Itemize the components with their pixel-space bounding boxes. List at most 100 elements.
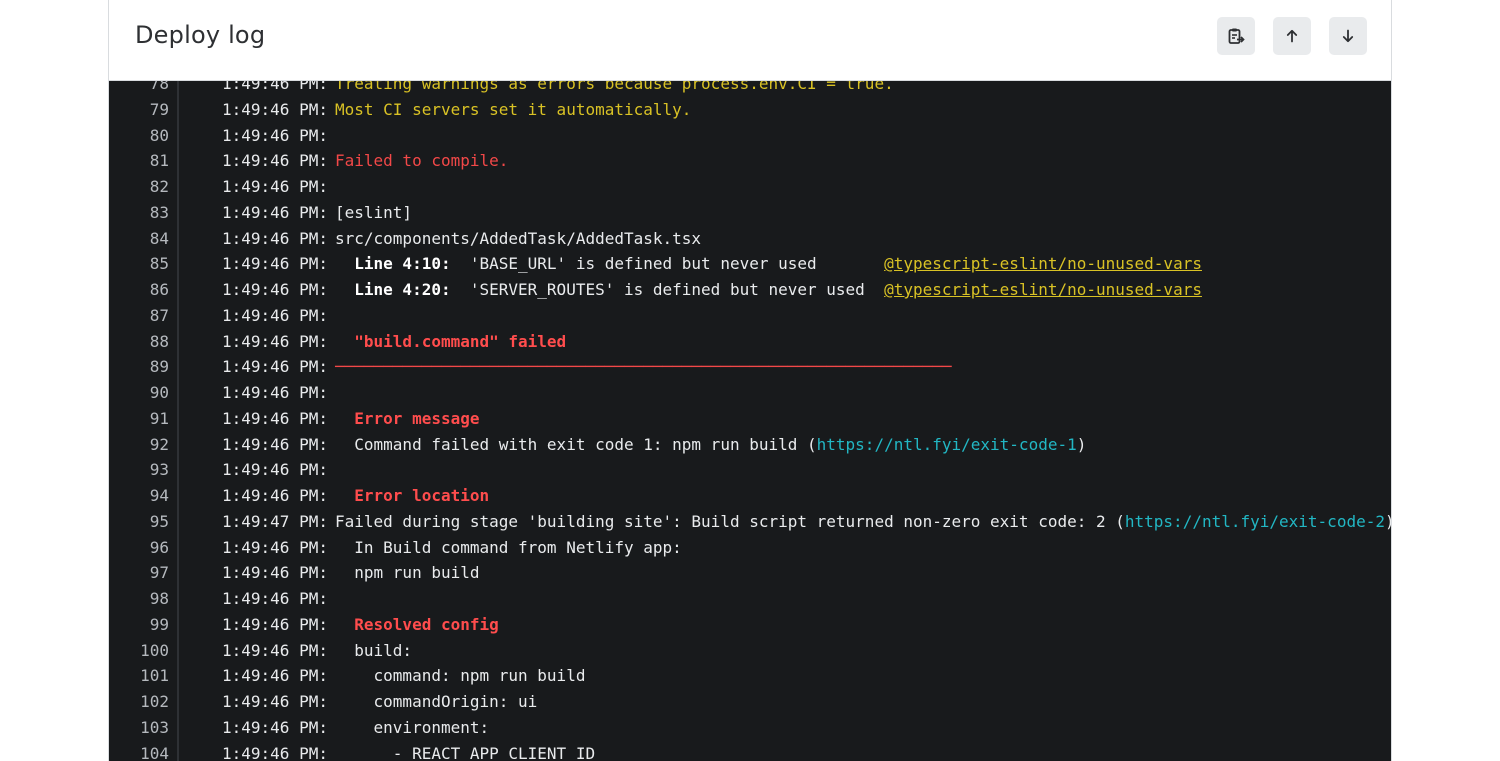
line-number: 84 xyxy=(149,228,169,248)
log-text: Error location xyxy=(354,486,490,505)
log-timestamp: 1:49:46 PM: xyxy=(222,743,328,761)
log-line: 93 1:49:46 PM: xyxy=(109,457,1391,483)
log-timestamp: 1:49:46 PM: xyxy=(222,202,328,222)
log-text: ────────────────────────────────────────… xyxy=(335,357,952,377)
log-timestamp: 1:49:46 PM: xyxy=(222,305,328,325)
log-timestamp: 1:49:46 PM: xyxy=(222,228,328,248)
log-link[interactable]: @typescript-eslint/no-unused-vars xyxy=(884,280,1202,299)
line-number: 83 xyxy=(149,202,169,222)
line-number: 97 xyxy=(149,563,169,583)
log-timestamp: 1:49:46 PM: xyxy=(222,357,328,377)
log-line: 86 1:49:46 PM: Line 4:20: 'SERVER_ROUTES'… xyxy=(109,277,1391,303)
arrow-up-icon xyxy=(1284,28,1300,44)
log-link[interactable]: @typescript-eslint/no-unused-vars xyxy=(884,254,1202,273)
log-line: 100 1:49:46 PM: build: xyxy=(109,638,1391,664)
scroll-top-button[interactable] xyxy=(1273,17,1311,55)
log-line: 104 1:49:46 PM: - REACT_APP_CLIENT_ID xyxy=(109,741,1391,761)
log-message: - REACT_APP_CLIENT_ID xyxy=(335,741,595,761)
line-number: 94 xyxy=(149,486,169,505)
log-link[interactable]: https://ntl.fyi/exit-code-2 xyxy=(1125,512,1385,531)
log-line: 87 1:49:46 PM: xyxy=(109,303,1391,329)
log-timestamp: 1:49:47 PM: xyxy=(222,511,328,531)
log-message: Command failed with exit code 1: npm run… xyxy=(335,432,1086,458)
line-number: 98 xyxy=(149,589,169,608)
log-text: In Build command from Netlify app: xyxy=(335,537,682,557)
log-text: environment: xyxy=(335,717,490,737)
log-text: build: xyxy=(335,640,413,660)
log-text: Error message xyxy=(354,408,480,428)
log-line: 92 1:49:46 PM: Command failed with exit c… xyxy=(109,432,1391,458)
log-line: 84 1:49:46 PM: src/components/AddedTask/Ad… xyxy=(109,226,1391,252)
log-timestamp: 1:49:46 PM: xyxy=(222,125,328,145)
log-timestamp: 1:49:46 PM: xyxy=(222,331,328,351)
log-message: Line 4:20: 'SERVER_ROUTES' is defined bu… xyxy=(335,277,1202,303)
log-timestamp: 1:49:46 PM: xyxy=(222,151,328,171)
log-message: Error message xyxy=(335,406,480,432)
line-number: 85 xyxy=(149,254,169,274)
log-text: Line 4:20: xyxy=(354,280,451,299)
log-timestamp: 1:49:46 PM: xyxy=(222,177,328,196)
scroll-bottom-button[interactable] xyxy=(1329,17,1367,55)
line-number: 99 xyxy=(149,614,169,634)
copy-log-button[interactable] xyxy=(1217,17,1255,55)
log-text: - REACT_APP_CLIENT_ID xyxy=(335,743,596,761)
log-text: Failed to compile. xyxy=(335,151,509,171)
line-number: 91 xyxy=(149,408,169,428)
log-line: 95 1:49:47 PM: Failed during stage 'buildi… xyxy=(109,509,1391,535)
line-number: 82 xyxy=(149,177,169,196)
log-text: ) xyxy=(1385,512,1391,531)
line-number: 86 xyxy=(149,280,169,299)
log-message: Failed to compile. xyxy=(335,148,508,174)
log-line: 80 1:49:46 PM: xyxy=(109,123,1391,149)
log-line: 101 1:49:46 PM: command: npm run build xyxy=(109,663,1391,689)
line-number: 96 xyxy=(149,537,169,557)
log-message: Error location xyxy=(335,483,489,509)
log-line: 98 1:49:46 PM: xyxy=(109,586,1391,612)
log-timestamp: 1:49:46 PM: xyxy=(222,692,328,711)
deploy-log-header: Deploy log xyxy=(109,0,1391,81)
log-timestamp: 1:49:46 PM: xyxy=(222,537,328,557)
line-number: 80 xyxy=(149,125,169,145)
line-number: 101 xyxy=(140,666,169,686)
log-message: command: npm run build xyxy=(335,663,586,689)
log-timestamp: 1:49:46 PM: xyxy=(222,434,328,454)
line-number: 81 xyxy=(149,151,169,171)
log-timestamp: 1:49:46 PM: xyxy=(222,254,328,274)
log-timestamp: 1:49:46 PM: xyxy=(222,666,328,686)
log-lines: 78 1:49:46 PM: Treating warnings as errors… xyxy=(109,81,1391,761)
log-timestamp: 1:49:46 PM: xyxy=(222,614,328,634)
log-message: commandOrigin: ui xyxy=(335,689,538,715)
log-timestamp: 1:49:46 PM: xyxy=(222,280,328,299)
log-message: npm run build xyxy=(335,560,479,586)
log-text: "build.command" failed xyxy=(354,331,567,351)
log-line: 79 1:49:46 PM: Most CI servers set it auto… xyxy=(109,97,1391,123)
log-text: commandOrigin: ui xyxy=(335,692,538,711)
log-line: 99 1:49:46 PM: Resolved config xyxy=(109,612,1391,638)
log-timestamp: 1:49:46 PM: xyxy=(222,717,328,737)
log-line: 97 1:49:46 PM: npm run build xyxy=(109,560,1391,586)
log-text: src/components/AddedTask/AddedTask.tsx xyxy=(335,228,702,248)
log-timestamp: 1:49:46 PM: xyxy=(222,460,328,480)
log-line: 88 1:49:46 PM: "build.command" failed xyxy=(109,329,1391,355)
log-message: environment: xyxy=(335,715,490,741)
log-message: Treating warnings as errors because proc… xyxy=(335,81,894,97)
log-message: Resolved config xyxy=(335,612,499,638)
log-viewer[interactable]: 78 1:49:46 PM: Treating warnings as errors… xyxy=(109,81,1391,761)
line-number: 100 xyxy=(140,640,169,660)
log-text: Most CI servers set it automatically. xyxy=(335,99,692,119)
log-timestamp: 1:49:46 PM: xyxy=(222,563,328,583)
log-text: Command failed with exit code 1: npm run… xyxy=(335,434,817,454)
clipboard-copy-icon xyxy=(1227,27,1245,45)
log-text: Line 4:10: xyxy=(354,254,451,274)
log-timestamp: 1:49:46 PM: xyxy=(222,486,328,505)
log-timestamp: 1:49:46 PM: xyxy=(222,81,328,93)
log-line: 81 1:49:46 PM: Failed to compile. xyxy=(109,148,1391,174)
log-line: 85 1:49:46 PM: Line 4:10: 'BASE_URL' is d… xyxy=(109,251,1391,277)
log-message: Most CI servers set it automatically. xyxy=(335,97,691,123)
log-line: 91 1:49:46 PM: Error message xyxy=(109,406,1391,432)
log-link[interactable]: https://ntl.fyi/exit-code-1 xyxy=(817,435,1077,454)
log-text: command: npm run build xyxy=(335,666,586,686)
